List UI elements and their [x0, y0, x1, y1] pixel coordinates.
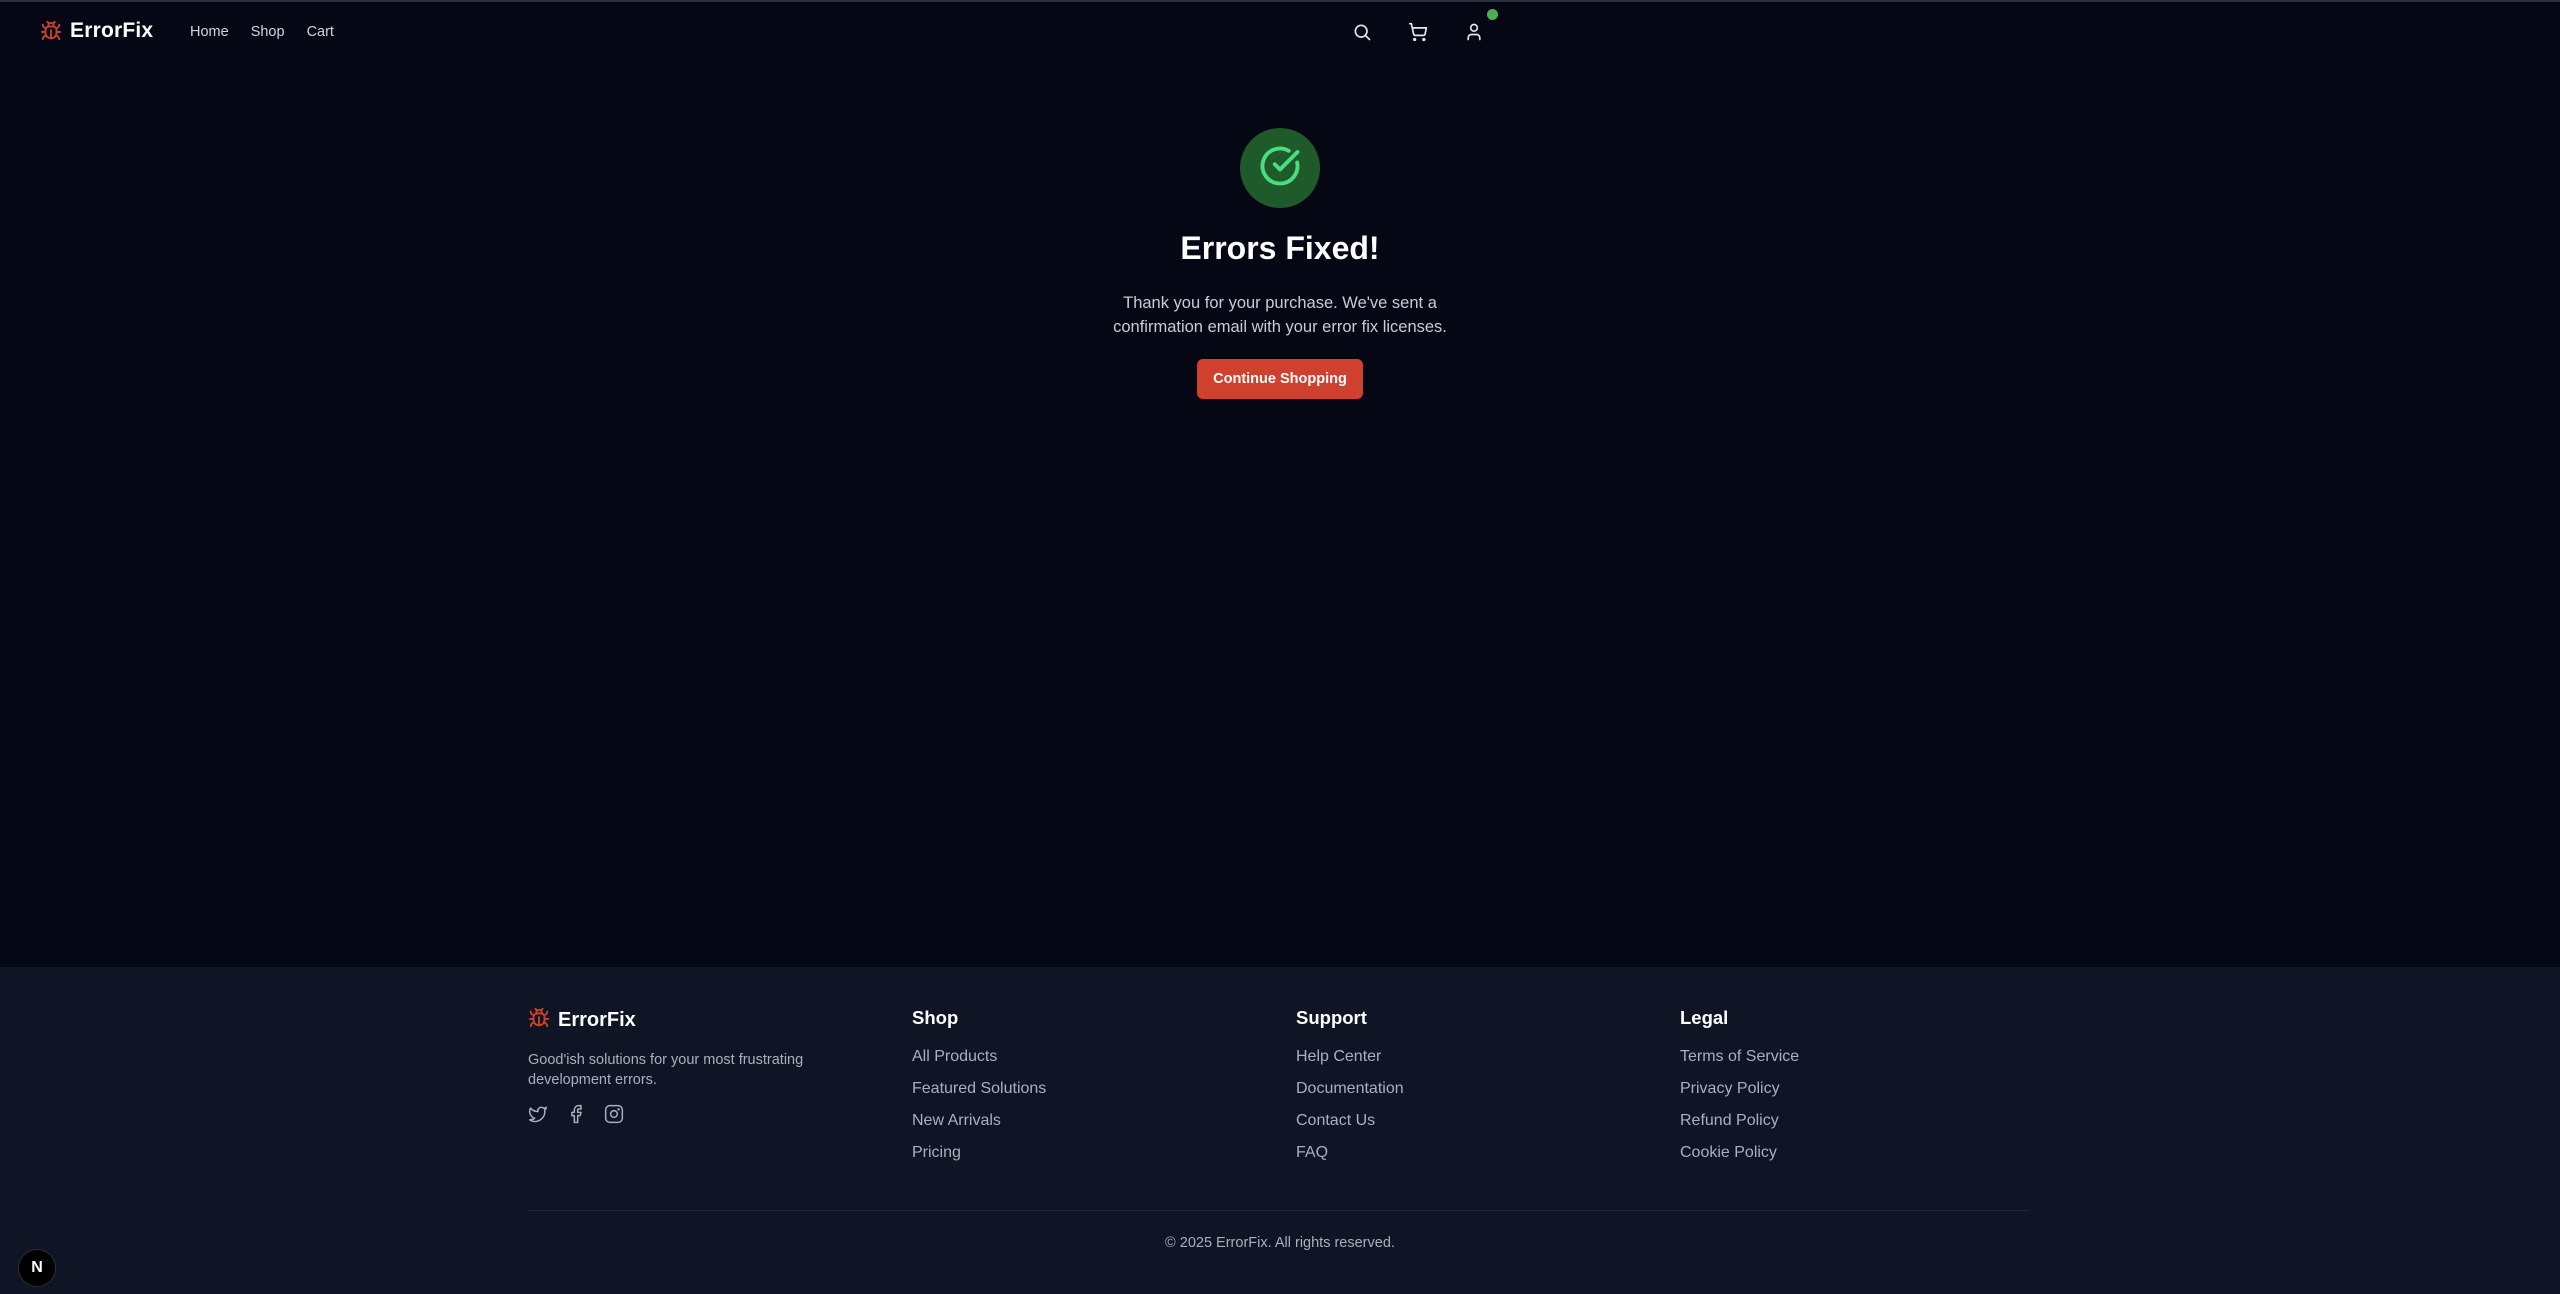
footer-brand[interactable]: ErrorFix: [528, 1007, 828, 1034]
main-nav: Home Shop Cart: [190, 24, 334, 40]
footer-column-title: Shop: [912, 1007, 959, 1028]
footer-link-pricing[interactable]: Pricing: [912, 1143, 1046, 1175]
nav-shop[interactable]: Shop: [251, 24, 285, 40]
order-success-section: Errors Fixed! Thank you for your purchas…: [0, 128, 2560, 399]
footer-column-title: Legal: [1680, 1007, 1729, 1028]
search-icon[interactable]: [1350, 20, 1374, 44]
header-actions: [1350, 20, 1486, 44]
footer-link-faq[interactable]: FAQ: [1296, 1143, 1404, 1175]
instagram-icon[interactable]: [604, 1104, 624, 1129]
site-header: ErrorFix Home Shop Cart: [0, 2, 2560, 64]
footer-column-title: Support: [1296, 1007, 1367, 1028]
site-footer: ErrorFix Good'ish solutions for your mos…: [0, 967, 2560, 1294]
footer-brand-column: ErrorFix Good'ish solutions for your mos…: [528, 1007, 828, 1129]
footer-link-featured-solutions[interactable]: Featured Solutions: [912, 1079, 1046, 1111]
footer-column-shop: Shop All Products Featured Solutions New…: [912, 1007, 1046, 1175]
success-badge: [1240, 128, 1320, 208]
bug-icon: [40, 20, 62, 42]
footer-link-all-products[interactable]: All Products: [912, 1047, 1046, 1079]
footer-link-contact-us[interactable]: Contact Us: [1296, 1111, 1404, 1143]
footer-link-privacy-policy[interactable]: Privacy Policy: [1680, 1079, 1799, 1111]
footer-link-cookie-policy[interactable]: Cookie Policy: [1680, 1143, 1799, 1175]
footer-link-new-arrivals[interactable]: New Arrivals: [912, 1111, 1046, 1143]
copyright-text: © 2025 ErrorFix. All rights reserved.: [1165, 1235, 1395, 1251]
footer-brand-name: ErrorFix: [558, 1009, 636, 1031]
continue-shopping-button[interactable]: Continue Shopping: [1197, 359, 1363, 399]
footer-link-help-center[interactable]: Help Center: [1296, 1047, 1404, 1079]
confirmation-message: Thank you for your purchase. We've sent …: [1113, 294, 1447, 336]
facebook-icon[interactable]: [566, 1104, 586, 1129]
bug-icon: [528, 1007, 550, 1034]
brand-logo[interactable]: ErrorFix: [40, 19, 153, 43]
check-circle-icon: [1259, 145, 1301, 192]
dev-tools-badge[interactable]: N: [18, 1249, 56, 1287]
nav-cart[interactable]: Cart: [307, 24, 334, 40]
social-links: [528, 1104, 828, 1129]
user-icon[interactable]: [1462, 20, 1486, 44]
footer-link-documentation[interactable]: Documentation: [1296, 1079, 1404, 1111]
footer-column-legal: Legal Terms of Service Privacy Policy Re…: [1680, 1007, 1799, 1175]
brand-name: ErrorFix: [70, 19, 154, 42]
nav-home[interactable]: Home: [190, 24, 229, 40]
footer-link-terms-of-service[interactable]: Terms of Service: [1680, 1047, 1799, 1079]
page-title: Errors Fixed!: [1180, 230, 1380, 266]
page: ErrorFix Home Shop Cart Errors Fixed! Th…: [0, 0, 2560, 1294]
cart-icon[interactable]: [1406, 20, 1430, 44]
twitter-icon[interactable]: [528, 1104, 548, 1129]
footer-tagline: Good'ish solutions for your most frustra…: [528, 1052, 804, 1088]
footer-column-support: Support Help Center Documentation Contac…: [1296, 1007, 1404, 1175]
footer-divider: [528, 1210, 2030, 1211]
footer-link-refund-policy[interactable]: Refund Policy: [1680, 1111, 1799, 1143]
status-indicator-dot: [1487, 9, 1498, 20]
